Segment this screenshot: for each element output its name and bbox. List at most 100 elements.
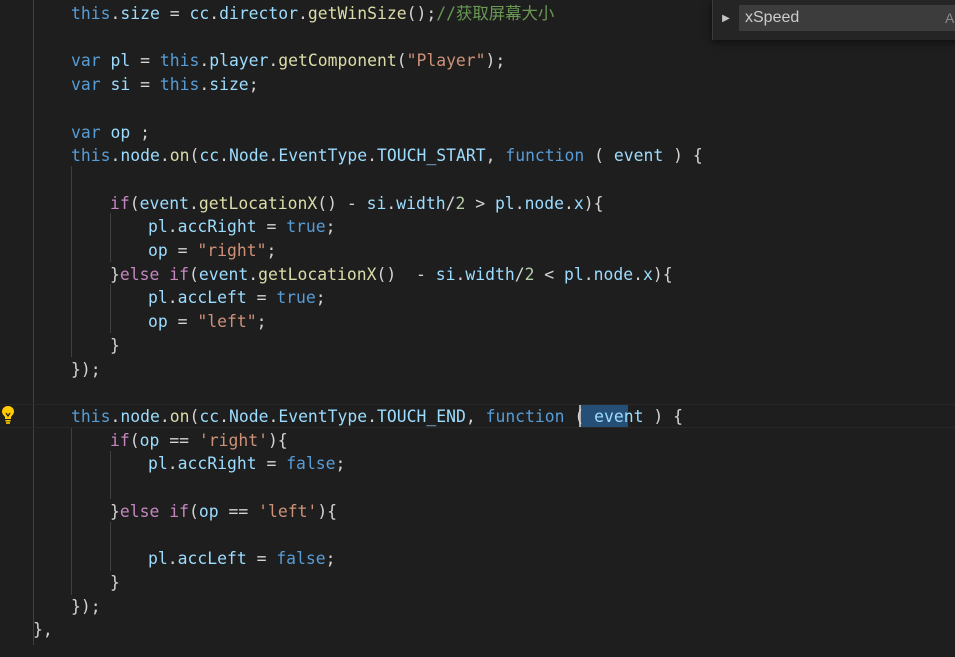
code-token: ){: [583, 193, 604, 213]
code-token: (: [189, 406, 200, 426]
code-line[interactable]: var op ;: [71, 121, 150, 145]
code-token: .: [110, 4, 121, 23]
code-token: event: [594, 406, 644, 426]
find-input[interactable]: [739, 5, 955, 31]
code-token: 'right': [198, 430, 268, 450]
code-token: node: [593, 264, 634, 284]
code-line[interactable]: }: [110, 571, 120, 595]
code-line[interactable]: pl.accRight = false;: [148, 452, 345, 476]
chevron-right-icon[interactable]: ▶: [719, 10, 733, 28]
code-token: .: [199, 51, 210, 71]
code-token: );: [485, 51, 506, 71]
code-token: if: [110, 193, 130, 213]
code-token: "right": [197, 241, 267, 260]
code-token: "left": [197, 312, 257, 332]
code-token: EventType: [278, 146, 368, 166]
code-token: node: [120, 406, 160, 426]
code-token: =: [167, 241, 198, 260]
code-token: Node: [228, 406, 269, 426]
code-token: function: [485, 406, 565, 426]
code-token: pl: [148, 217, 168, 237]
code-token: =: [246, 549, 277, 569]
code-token: op: [148, 312, 168, 332]
match-case-toggle[interactable]: A: [945, 8, 954, 28]
code-token: (: [129, 430, 140, 450]
code-token: .: [219, 146, 229, 166]
code-line[interactable]: var si = this.size;: [71, 73, 259, 97]
code-token: width: [465, 264, 515, 284]
code-token: (: [396, 51, 407, 71]
code-token: getComponent: [278, 51, 397, 71]
code-token: /: [514, 264, 525, 284]
code-line[interactable]: if(event.getLocationX() - si.width/2 > p…: [110, 192, 604, 216]
code-token: "Player": [406, 51, 486, 71]
code-token: var: [71, 122, 101, 142]
code-token: EventType: [278, 406, 368, 426]
code-line[interactable]: });: [71, 358, 101, 382]
code-token: }: [110, 264, 120, 284]
code-token: x: [573, 193, 584, 213]
code-token: cc: [189, 4, 210, 23]
code-line[interactable]: var pl = this.player.getComponent("Playe…: [71, 49, 505, 73]
code-line[interactable]: this.size = cc.director.getWinSize();//获…: [71, 2, 554, 26]
code-line[interactable]: op = "right";: [148, 239, 276, 263]
code-token: <: [534, 264, 565, 284]
find-widget: ▶ A: [712, 0, 955, 40]
code-token: ;: [248, 75, 259, 95]
code-token: (: [188, 264, 199, 284]
code-line[interactable]: op = "left";: [148, 310, 266, 334]
lightbulb-icon[interactable]: [0, 405, 16, 425]
code-token: .: [248, 264, 259, 284]
code-token: .: [268, 51, 279, 71]
code-token: director: [219, 4, 299, 23]
code-token: ){: [267, 430, 288, 450]
code-token: },: [33, 620, 53, 640]
code-token: event: [198, 264, 249, 284]
code-token: cc: [199, 146, 220, 166]
code-token: ;: [335, 454, 346, 474]
code-line[interactable]: this.node.on(cc.Node.EventType.TOUCH_STA…: [71, 144, 703, 168]
code-token: =: [159, 4, 190, 23]
code-token: .: [110, 406, 121, 426]
code-token: =: [130, 51, 160, 71]
code-token: var: [71, 51, 101, 71]
code-token: if: [169, 264, 189, 284]
code-line[interactable]: });: [71, 595, 101, 619]
code-line[interactable]: }else if(event.getLocationX() - si.width…: [110, 263, 673, 287]
code-token: ;: [256, 312, 267, 332]
indent-guide: [71, 428, 72, 595]
code-token: getWinSize: [307, 4, 407, 23]
code-token: .: [167, 288, 178, 308]
code-line[interactable]: if(op == 'right'){: [110, 429, 288, 453]
code-line[interactable]: pl.accRight = true;: [148, 215, 336, 239]
code-token: (: [129, 193, 140, 213]
code-token: });: [71, 359, 101, 379]
indent-guide: [71, 166, 72, 357]
code-token: .: [268, 406, 279, 426]
code-line[interactable]: pl.accLeft = false;: [148, 547, 336, 571]
code-line[interactable]: }: [110, 334, 120, 358]
code-token: >: [465, 193, 495, 213]
code-token: .: [159, 146, 170, 166]
code-editor[interactable]: this.size = cc.director.getWinSize();//获…: [0, 0, 955, 657]
code-line[interactable]: }else if(op == 'left'){: [110, 500, 337, 524]
indent-guide: [110, 213, 111, 262]
code-token: ,: [485, 146, 506, 166]
code-token: (: [564, 406, 595, 426]
code-token: node: [120, 146, 160, 166]
code-token: else: [119, 501, 160, 521]
code-token: op: [139, 430, 160, 450]
code-line[interactable]: },: [33, 618, 53, 642]
code-token: }: [110, 501, 120, 521]
code-token: ;: [325, 549, 336, 569]
code-token: ();: [406, 4, 437, 23]
code-token: .: [167, 549, 178, 569]
code-token: x: [643, 264, 653, 284]
code-line[interactable]: this.node.on(cc.Node.EventType.TOUCH_END…: [71, 405, 683, 429]
code-line[interactable]: pl.accLeft = true;: [148, 286, 326, 310]
code-token: ){: [317, 501, 338, 521]
